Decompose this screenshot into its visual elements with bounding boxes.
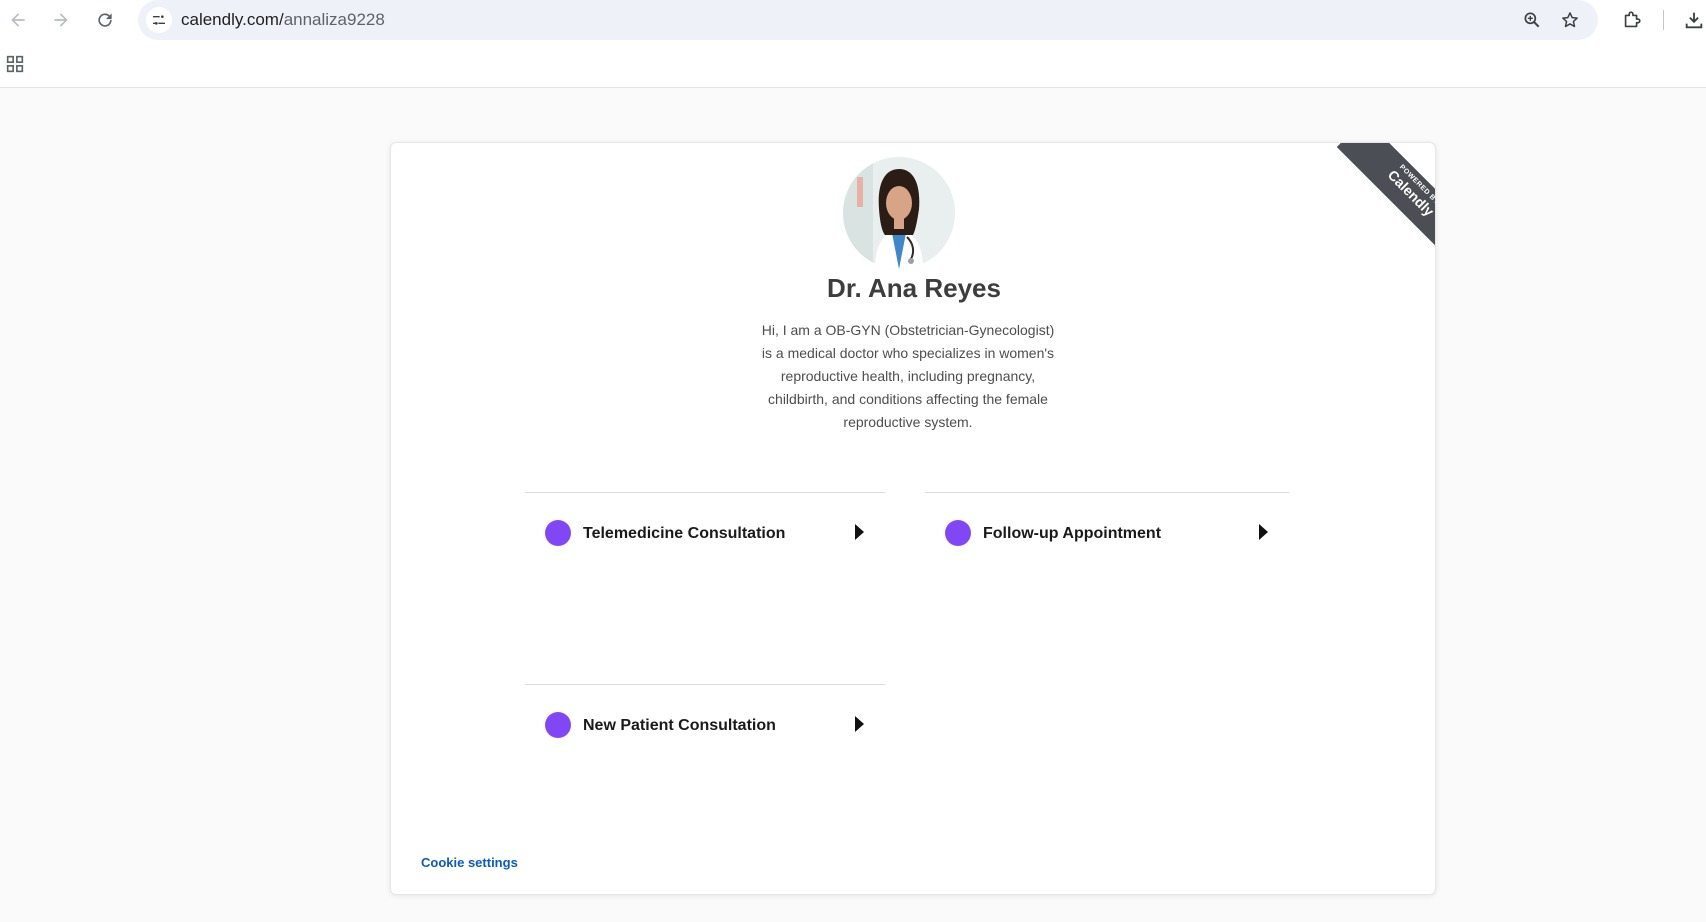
url-host: calendly.com/	[181, 10, 284, 29]
cookie-settings-link[interactable]: Cookie settings	[421, 855, 518, 870]
extensions-button[interactable]	[1618, 6, 1646, 34]
event-label: Telemedicine Consultation	[583, 525, 786, 542]
bookmark-button[interactable]	[1557, 7, 1583, 33]
download-icon	[1685, 12, 1703, 29]
address-bar[interactable]: calendly.com/annaliza9228	[138, 0, 1598, 40]
browser-toolbar: calendly.com/annaliza9228	[0, 0, 1706, 40]
event-label: New Patient Consultation	[583, 717, 776, 734]
event-color-dot	[545, 520, 571, 546]
event-type-follow-up-appointment[interactable]: Follow-up Appointment	[925, 492, 1289, 602]
tune-icon	[153, 15, 165, 25]
url-text[interactable]: calendly.com/annaliza9228	[181, 10, 385, 30]
avatar	[843, 157, 955, 269]
site-info-button[interactable]	[146, 7, 172, 33]
caret-right-icon	[855, 524, 864, 540]
zoom-button[interactable]	[1519, 7, 1545, 33]
forward-button[interactable]	[47, 6, 75, 34]
arrow-left-icon	[11, 13, 25, 27]
url-path: annaliza9228	[283, 10, 385, 29]
profile-card: POWERED BY Calendly Dr. Ana Reyes Hi, I …	[390, 142, 1436, 895]
profile-bio: Hi, I am a OB-GYN (Obstetrician-Gynecolo…	[761, 322, 1055, 430]
bookmarks-bar	[0, 40, 1706, 88]
event-type-telemedicine-consultation[interactable]: Telemedicine Consultation	[525, 492, 885, 602]
caret-right-icon	[1259, 524, 1268, 540]
ribbon-band: POWERED BY Calendly	[1336, 143, 1435, 251]
apps-grid-icon	[6, 55, 24, 73]
arrow-right-icon	[54, 13, 68, 27]
event-type-new-patient-consultation[interactable]: New Patient Consultation	[525, 684, 885, 794]
toolbar-divider	[1663, 10, 1664, 30]
caret-right-icon	[855, 716, 864, 732]
powered-by-ribbon[interactable]: POWERED BY Calendly	[1331, 143, 1435, 251]
puzzle-icon	[1624, 11, 1641, 28]
back-button[interactable]	[4, 6, 32, 34]
profile-name: Dr. Ana Reyes	[827, 273, 1001, 303]
event-label: Follow-up Appointment	[983, 525, 1162, 542]
doctor-portrait-icon	[843, 157, 955, 269]
zoom-icon	[1524, 12, 1540, 28]
apps-button[interactable]	[4, 53, 26, 75]
reload-button[interactable]	[91, 6, 119, 34]
star-icon	[1562, 12, 1578, 28]
event-color-dot	[945, 520, 971, 546]
download-button[interactable]	[1680, 6, 1706, 34]
event-color-dot	[545, 712, 571, 738]
reload-icon	[98, 13, 112, 27]
